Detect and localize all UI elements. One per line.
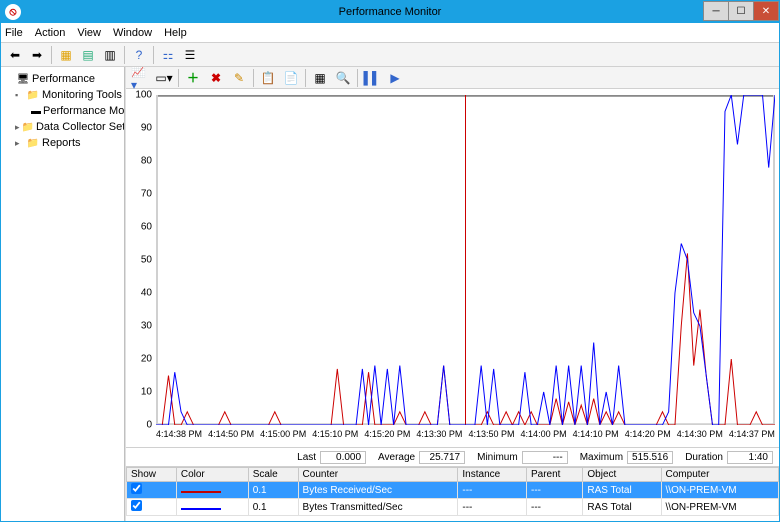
- legend-header-computer[interactable]: Computer: [661, 468, 778, 482]
- legend-header-instance[interactable]: Instance: [458, 468, 527, 482]
- x-axis: 4:14:38 PM4:14:50 PM4:15:00 PM4:15:10 PM…: [156, 429, 775, 443]
- stat-maximum-value: 515.516: [627, 451, 673, 464]
- export-button[interactable]: ▥: [100, 45, 120, 65]
- update-button[interactable]: ▶: [384, 68, 406, 88]
- menubar: File Action View Window Help: [1, 23, 779, 43]
- legend-header-parent[interactable]: Parent: [527, 468, 583, 482]
- minimize-button[interactable]: ─: [703, 1, 729, 21]
- stat-last-value: 0.000: [320, 451, 366, 464]
- tree-root-performance[interactable]: 🖥Performance: [3, 71, 122, 87]
- legend-row[interactable]: 0.1Bytes Received/Sec------RAS Total\\ON…: [127, 482, 779, 499]
- stat-minimum-label: Minimum: [477, 452, 518, 463]
- legend-header-object[interactable]: Object: [583, 468, 661, 482]
- add-counter-button[interactable]: ＋: [182, 68, 204, 88]
- back-button[interactable]: ⬅: [5, 45, 25, 65]
- close-button[interactable]: ✕: [753, 1, 779, 21]
- freeze-button[interactable]: ▌▌: [361, 68, 383, 88]
- chart-view-icon[interactable]: ▭▾: [153, 68, 175, 88]
- stat-average-value: 25.717: [419, 451, 465, 464]
- menu-view[interactable]: View: [77, 27, 101, 39]
- show-hide-tree-button[interactable]: ▦: [56, 45, 76, 65]
- refresh-icon[interactable]: ⚏: [158, 45, 178, 65]
- stat-duration-label: Duration: [685, 452, 723, 463]
- tree-performance-monitor[interactable]: ▬Performance Monitor: [3, 103, 122, 119]
- properties-icon[interactable]: ▦: [309, 68, 331, 88]
- titlebar: ⦸ Performance Monitor ─ ☐ ✕: [1, 1, 779, 23]
- copy-button[interactable]: 📋: [257, 68, 279, 88]
- delete-counter-button[interactable]: ✖: [205, 68, 227, 88]
- legend-show-checkbox[interactable]: [131, 483, 142, 494]
- properties-button[interactable]: ▤: [78, 45, 98, 65]
- legend-header-color[interactable]: Color: [176, 468, 248, 482]
- legend-header-show[interactable]: Show: [127, 468, 177, 482]
- help-button[interactable]: ?: [129, 45, 149, 65]
- window-title: Performance Monitor: [339, 6, 442, 18]
- stat-maximum-label: Maximum: [580, 452, 623, 463]
- stats-bar: Last 0.000 Average 25.717 Minimum --- Ma…: [126, 447, 779, 467]
- tree-data-collector-sets[interactable]: ▸📁Data Collector Sets: [3, 119, 122, 135]
- legend-show-checkbox[interactable]: [131, 500, 142, 511]
- legend-header-counter[interactable]: Counter: [298, 468, 458, 482]
- menu-file[interactable]: File: [5, 27, 23, 39]
- stat-minimum-value: ---: [522, 451, 568, 464]
- menu-window[interactable]: Window: [113, 27, 152, 39]
- legend-header-scale[interactable]: Scale: [248, 468, 298, 482]
- menu-help[interactable]: Help: [164, 27, 187, 39]
- zoom-icon[interactable]: 🔍: [332, 68, 354, 88]
- stat-last-label: Last: [297, 452, 316, 463]
- paste-button[interactable]: 📄: [280, 68, 302, 88]
- options-icon[interactable]: ☰: [180, 45, 200, 65]
- view-type-button[interactable]: 📈▾: [130, 68, 152, 88]
- nav-tree[interactable]: 🖥Performance ▪📁Monitoring Tools ▬Perform…: [1, 67, 125, 521]
- stat-average-label: Average: [378, 452, 415, 463]
- forward-button[interactable]: ➡: [27, 45, 47, 65]
- counter-legend[interactable]: ShowColorScaleCounterInstanceParentObjec…: [126, 467, 779, 521]
- legend-row[interactable]: 0.1Bytes Transmitted/Sec------RAS Total\…: [127, 499, 779, 516]
- highlight-button[interactable]: ✎: [228, 68, 250, 88]
- chart-toolbar: 📈▾ ▭▾ ＋ ✖ ✎ 📋 📄 ▦ 🔍 ▌▌ ▶: [126, 67, 779, 89]
- stat-duration-value: 1:40: [727, 451, 773, 464]
- chart-area: 0102030405060708090100 4:14:38 PM4:14:50…: [126, 89, 779, 447]
- maximize-button[interactable]: ☐: [728, 1, 754, 21]
- tree-monitoring-tools[interactable]: ▪📁Monitoring Tools: [3, 87, 122, 103]
- app-icon: ⦸: [5, 4, 21, 20]
- main-toolbar: ⬅ ➡ ▦ ▤ ▥ ? ⚏ ☰: [1, 43, 779, 67]
- legend-color-swatch: [181, 491, 221, 493]
- tree-reports[interactable]: ▸📁Reports: [3, 135, 122, 151]
- menu-action[interactable]: Action: [35, 27, 66, 39]
- chart-plot[interactable]: [156, 95, 775, 425]
- legend-color-swatch: [181, 508, 221, 510]
